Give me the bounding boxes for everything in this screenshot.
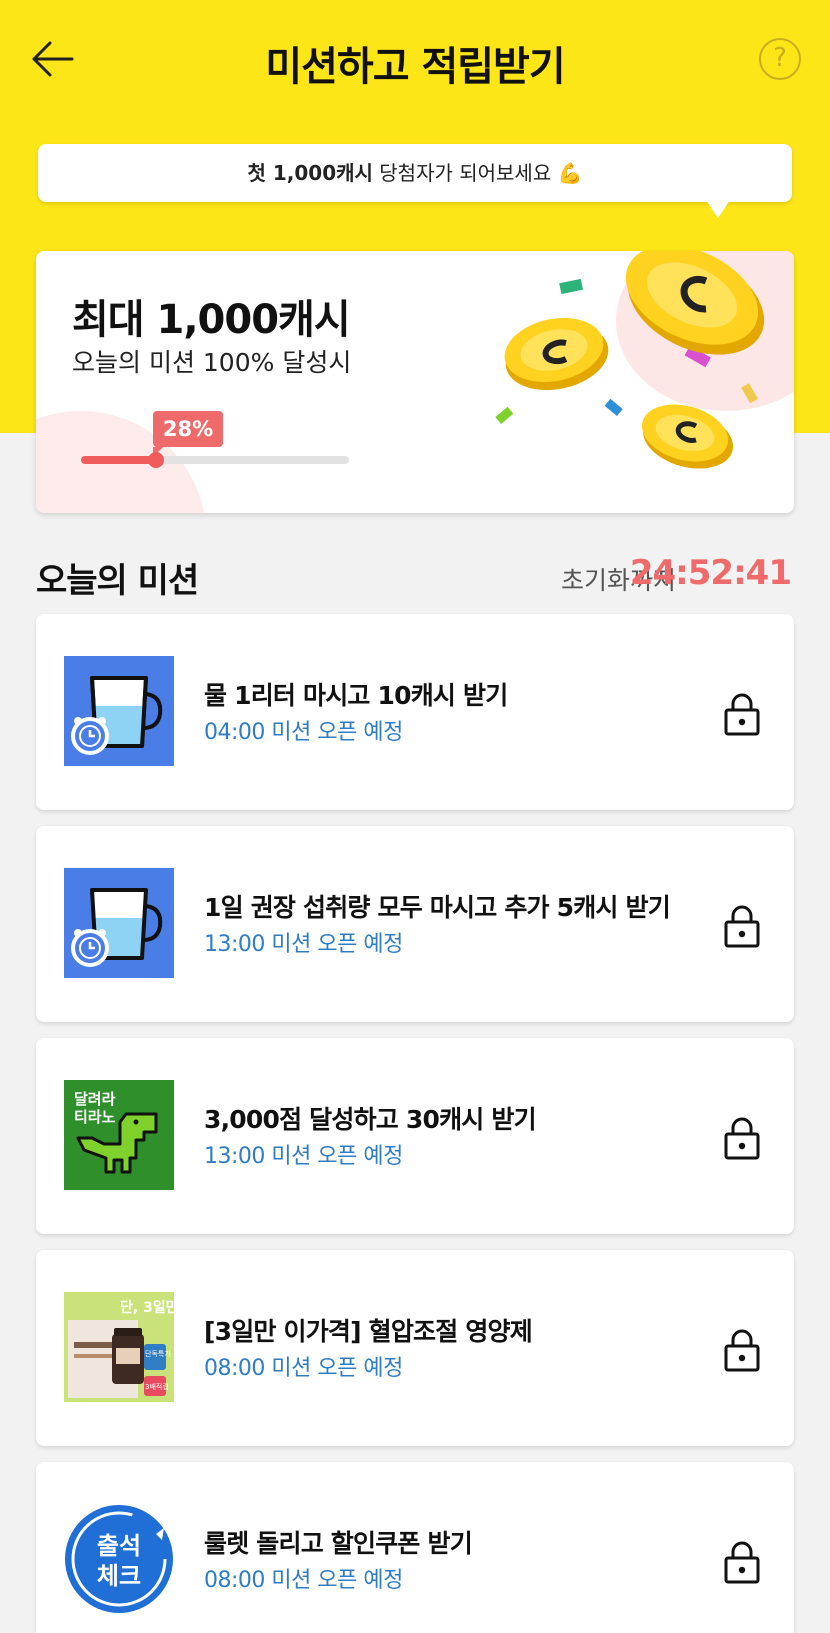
progress-badge: 28% <box>153 411 224 457</box>
supplement-ad-icon: 단, 3일만! 단독특가 3배적립 <box>64 1292 174 1402</box>
mission-card[interactable]: 출석 체크 룰렛 돌리고 할인쿠폰 받기 08:00 미션 오픈 예정 <box>36 1462 794 1633</box>
mission-status: 13:00 미션 오픈 예정 <box>204 1144 403 1169</box>
lock-icon <box>724 1117 760 1160</box>
mission-status: 08:00 미션 오픈 예정 <box>204 1356 403 1381</box>
lock-icon <box>724 1541 760 1584</box>
reset-countdown: 24:52:41 <box>629 553 792 593</box>
section-title: 오늘의 미션 <box>36 561 199 601</box>
water-cup-alarm-icon <box>64 656 174 766</box>
mission-card[interactable]: 단, 3일만! 단독특가 3배적립 [3일만 이가격] 혈압조절 영양제 08:… <box>36 1250 794 1446</box>
promo-bubble: 첫 1,000캐시 당첨자가 되어보세요 💪 <box>38 144 792 202</box>
reward-condition: 오늘의 미션 100% 달성시 <box>72 348 352 377</box>
promo-highlight: 첫 1,000캐시 <box>247 161 373 185</box>
dino-game-icon: 달려라 티라노 <box>64 1080 174 1190</box>
mission-title: 1일 권장 섭취량 모두 마시고 추가 5캐시 받기 <box>204 893 671 922</box>
thumb-text: 체크 <box>97 1562 141 1590</box>
reward-card: 최대 1,000캐시 오늘의 미션 100% 달성시 28% <box>36 251 794 513</box>
mission-status: 04:00 미션 오픈 예정 <box>204 720 403 745</box>
max-reward-amount: 최대 1,000캐시 <box>72 297 351 343</box>
thumb-text: 단독특가 <box>145 1349 171 1358</box>
lock-icon <box>724 1329 760 1372</box>
thumb-text: 달려라 <box>74 1090 116 1108</box>
lock-icon <box>724 905 760 948</box>
progress-knob <box>148 452 165 468</box>
page-title: 미션하고 적립받기 <box>265 44 565 90</box>
coins-illustration <box>495 251 765 469</box>
thumb-text: 티라노 <box>74 1108 116 1126</box>
mission-card[interactable]: 1일 권장 섭취량 모두 마시고 추가 5캐시 받기 13:00 미션 오픈 예… <box>36 826 794 1022</box>
progress-fill <box>81 456 157 464</box>
app-header: 미션하고 적립받기 ? <box>0 0 830 118</box>
water-cup-alarm-icon <box>64 868 174 978</box>
help-icon[interactable]: ? <box>759 38 801 80</box>
bubble-tail <box>706 200 730 218</box>
mission-title: 3,000점 달성하고 30캐시 받기 <box>204 1105 537 1134</box>
mission-card[interactable]: 물 1리터 마시고 10캐시 받기 04:00 미션 오픈 예정 <box>36 614 794 810</box>
mission-status: 13:00 미션 오픈 예정 <box>204 932 403 957</box>
mission-title: [3일만 이가격] 혈압조절 영양제 <box>204 1317 533 1346</box>
mission-title: 룰렛 돌리고 할인쿠폰 받기 <box>204 1529 473 1558</box>
thumb-text: 단, 3일만! <box>120 1299 174 1316</box>
mission-status: 08:00 미션 오픈 예정 <box>204 1568 403 1593</box>
attendance-check-icon: 출석 체크 <box>65 1505 173 1613</box>
mission-card[interactable]: 달려라 티라노 3,000점 달성하고 30캐시 받기 13:00 미션 오픈 … <box>36 1038 794 1234</box>
promo-text: 당첨자가 되어보세요 💪 <box>372 161 583 185</box>
mission-title: 물 1리터 마시고 10캐시 받기 <box>204 681 508 710</box>
lock-icon <box>724 693 760 736</box>
thumb-text: 출석 <box>97 1532 141 1560</box>
thumb-text: 3배적립 <box>145 1382 169 1391</box>
progress-bar <box>81 452 349 468</box>
